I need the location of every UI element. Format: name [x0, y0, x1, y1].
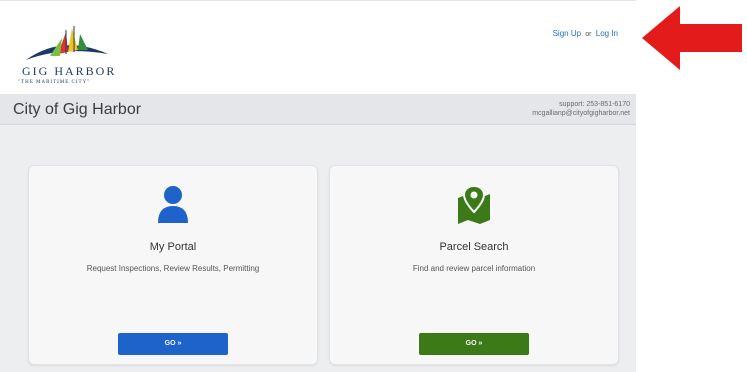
- site-header: GIG HARBOR "THE MARITIME CITY" Sign Up o…: [0, 18, 636, 94]
- parcel-search-go-button[interactable]: GO »: [419, 333, 529, 355]
- or-label: or: [585, 31, 592, 38]
- card-description: Request Inspections, Review Results, Per…: [86, 264, 260, 273]
- title-bar: City of Gig Harbor support: 253-851-6170…: [0, 94, 636, 125]
- card-title: My Portal: [149, 241, 197, 253]
- card-description: Find and review parcel information: [412, 264, 536, 273]
- sign-up-link[interactable]: Sign Up: [553, 29, 581, 38]
- map-pin-icon: [330, 184, 618, 229]
- logo-name: GIG HARBOR: [22, 64, 117, 78]
- my-portal-go-button[interactable]: GO »: [118, 333, 228, 355]
- gig-harbor-logo[interactable]: GIG HARBOR "THE MARITIME CITY": [18, 24, 132, 90]
- sailboat-logo-icon: [26, 26, 108, 60]
- portal-page: GIG HARBOR "THE MARITIME CITY" Sign Up o…: [0, 0, 636, 372]
- logo-tagline: "THE MARITIME CITY": [18, 80, 91, 85]
- main-content: My Portal Request Inspections, Review Re…: [0, 125, 636, 372]
- log-in-link[interactable]: Log In: [596, 29, 618, 38]
- support-info: support: 253-851-6170 mcgallianp@cityofg…: [532, 100, 630, 118]
- auth-links: Sign Up or Log In: [553, 29, 618, 38]
- card-title: Parcel Search: [439, 241, 509, 253]
- parcel-search-card[interactable]: Parcel Search Find and review parcel inf…: [329, 165, 619, 365]
- support-phone: support: 253-851-6170: [559, 101, 630, 108]
- page-title: City of Gig Harbor: [13, 101, 142, 118]
- support-email: mcgallianp@cityofgigharbor.net: [532, 110, 630, 117]
- user-icon: [29, 184, 317, 229]
- my-portal-card[interactable]: My Portal Request Inspections, Review Re…: [28, 165, 318, 365]
- red-arrow-icon: [642, 6, 742, 70]
